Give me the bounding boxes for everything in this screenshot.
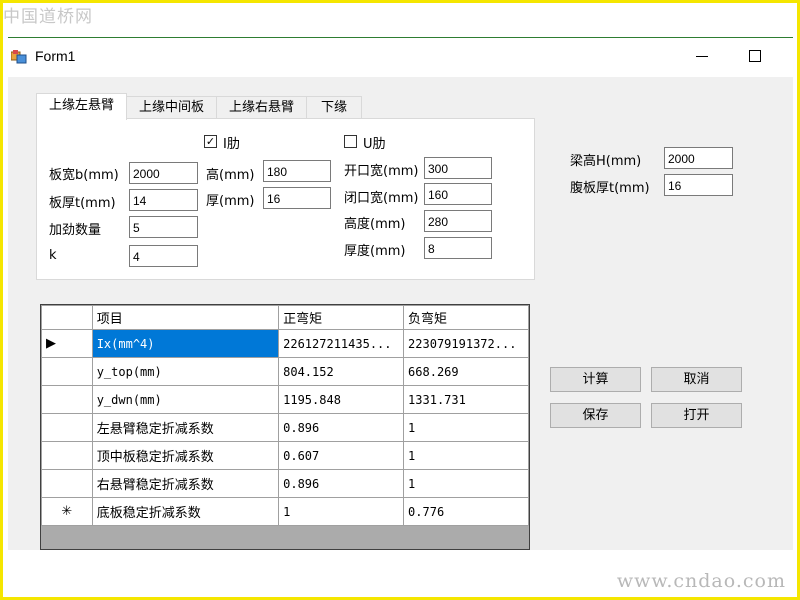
cell-item[interactable]: y_dwn(mm) [91,385,280,414]
u-height-label: 高度(mm) [344,217,406,232]
tab-upper-left-cantilever[interactable]: 上缘左悬臂 [36,93,127,120]
u-open-width-input[interactable]: 300 [424,157,492,179]
form-app-icon [10,50,27,64]
u-thickness-input[interactable]: 8 [424,237,492,259]
cell-positive[interactable]: 0.896 [278,413,405,442]
u-closed-width-input[interactable]: 160 [424,183,492,205]
maximize-button[interactable] [749,50,761,62]
open-button[interactable]: 打开 [651,403,742,428]
cell-item[interactable]: y_top(mm) [91,357,280,386]
cell-negative[interactable]: 1331.731 [403,385,529,414]
grid-header-row: 项目 正弯矩 负弯矩 [41,305,529,330]
stiffener-count-input[interactable]: 5 [129,216,198,238]
i-thickness-label: 厚(mm) [206,194,255,209]
watermark-bottom: www.cndao.com [616,570,786,592]
u-thickness-label: 厚度(mm) [344,244,406,259]
cell-item[interactable]: 左悬臂稳定折减系数 [91,413,280,442]
cell-positive[interactable]: 1195.848 [278,385,405,414]
i-height-label: 高(mm) [206,168,255,183]
table-row-new[interactable]: ✳ 底板稳定折减系数 1 0.776 [41,497,529,526]
cancel-button[interactable]: 取消 [651,367,742,392]
row-header[interactable] [41,441,93,470]
cell-item[interactable]: 右悬臂稳定折减系数 [91,469,280,498]
table-row[interactable]: ▶ Ix(mm^4) 226127211435... 223079191372.… [41,329,529,358]
column-header-negative-moment[interactable]: 负弯矩 [403,305,529,330]
table-row[interactable]: 顶中板稳定折减系数 0.607 1 [41,441,529,470]
cell-positive[interactable]: 804.152 [278,357,405,386]
u-open-width-label: 开口宽(mm) [344,164,419,179]
row-marker-new[interactable]: ✳ [41,497,93,526]
k-label: k [49,248,57,263]
board-width-label: 板宽b(mm) [49,168,119,183]
watermark-top: 中国道桥网 [3,7,93,27]
cell-positive[interactable]: 1 [278,497,405,526]
tab-upper-middle-plate[interactable]: 上缘中间板 [126,96,217,119]
beam-height-input[interactable]: 2000 [664,147,733,169]
table-row[interactable]: 右悬臂稳定折减系数 0.896 1 [41,469,529,498]
i-rib-label: I肋 [223,137,240,152]
board-width-input[interactable]: 2000 [129,162,198,184]
i-rib-checkbox[interactable]: ✓ [204,135,217,148]
u-rib-label: U肋 [363,137,386,152]
cell-negative[interactable]: 223079191372... [403,329,529,358]
separator-line [8,37,793,38]
tab-lower-flange[interactable]: 下缘 [306,96,362,119]
table-row[interactable]: 左悬臂稳定折减系数 0.896 1 [41,413,529,442]
u-closed-width-label: 闭口宽(mm) [344,191,419,206]
row-header[interactable] [41,413,93,442]
form-client-area: 上缘左悬臂 上缘中间板 上缘右悬臂 下缘 板宽b(mm) 2000 板厚t(mm… [8,77,793,550]
u-height-input[interactable]: 280 [424,210,492,232]
table-row[interactable]: y_top(mm) 804.152 668.269 [41,357,529,386]
i-height-input[interactable]: 180 [263,160,331,182]
row-header[interactable] [41,469,93,498]
row-header-corner [41,305,93,330]
cell-item[interactable]: 顶中板稳定折减系数 [91,441,280,470]
board-thickness-input[interactable]: 14 [129,189,198,211]
cell-item[interactable]: 底板稳定折减系数 [91,497,280,526]
u-rib-checkbox[interactable] [344,135,357,148]
cell-negative[interactable]: 0.776 [403,497,529,526]
minimize-button[interactable] [694,48,710,64]
save-button[interactable]: 保存 [550,403,641,428]
window-titlebar[interactable]: Form1 [8,40,793,76]
cell-negative[interactable]: 1 [403,469,529,498]
row-header[interactable] [41,385,93,414]
cell-negative[interactable]: 1 [403,441,529,470]
web-thickness-label: 腹板厚t(mm) [570,181,650,196]
k-input[interactable]: 4 [129,245,198,267]
cell-positive[interactable]: 0.896 [278,469,405,498]
cell-negative[interactable]: 1 [403,413,529,442]
tab-panel: 板宽b(mm) 2000 板厚t(mm) 14 加劲数量 5 k 4 ✓ I肋 … [36,118,535,280]
tab-upper-right-cantilever[interactable]: 上缘右悬臂 [216,96,307,119]
cell-negative[interactable]: 668.269 [403,357,529,386]
column-header-item[interactable]: 项目 [91,305,280,330]
results-grid[interactable]: 项目 正弯矩 负弯矩 ▶ Ix(mm^4) 226127211435... 22… [40,304,530,550]
cell-positive[interactable]: 0.607 [278,441,405,470]
window-title: Form1 [35,48,76,64]
stiffener-count-label: 加劲数量 [49,223,102,238]
calculate-button[interactable]: 计算 [550,367,641,392]
beam-height-label: 梁高H(mm) [570,154,642,169]
cell-item[interactable]: Ix(mm^4) [91,329,280,358]
board-thickness-label: 板厚t(mm) [49,196,116,211]
row-header[interactable] [41,357,93,386]
row-marker-current[interactable]: ▶ [41,329,93,358]
i-thickness-input[interactable]: 16 [263,187,331,209]
table-row[interactable]: y_dwn(mm) 1195.848 1331.731 [41,385,529,414]
cell-positive[interactable]: 226127211435... [278,329,405,358]
column-header-positive-moment[interactable]: 正弯矩 [278,305,405,330]
web-thickness-input[interactable]: 16 [664,174,733,196]
